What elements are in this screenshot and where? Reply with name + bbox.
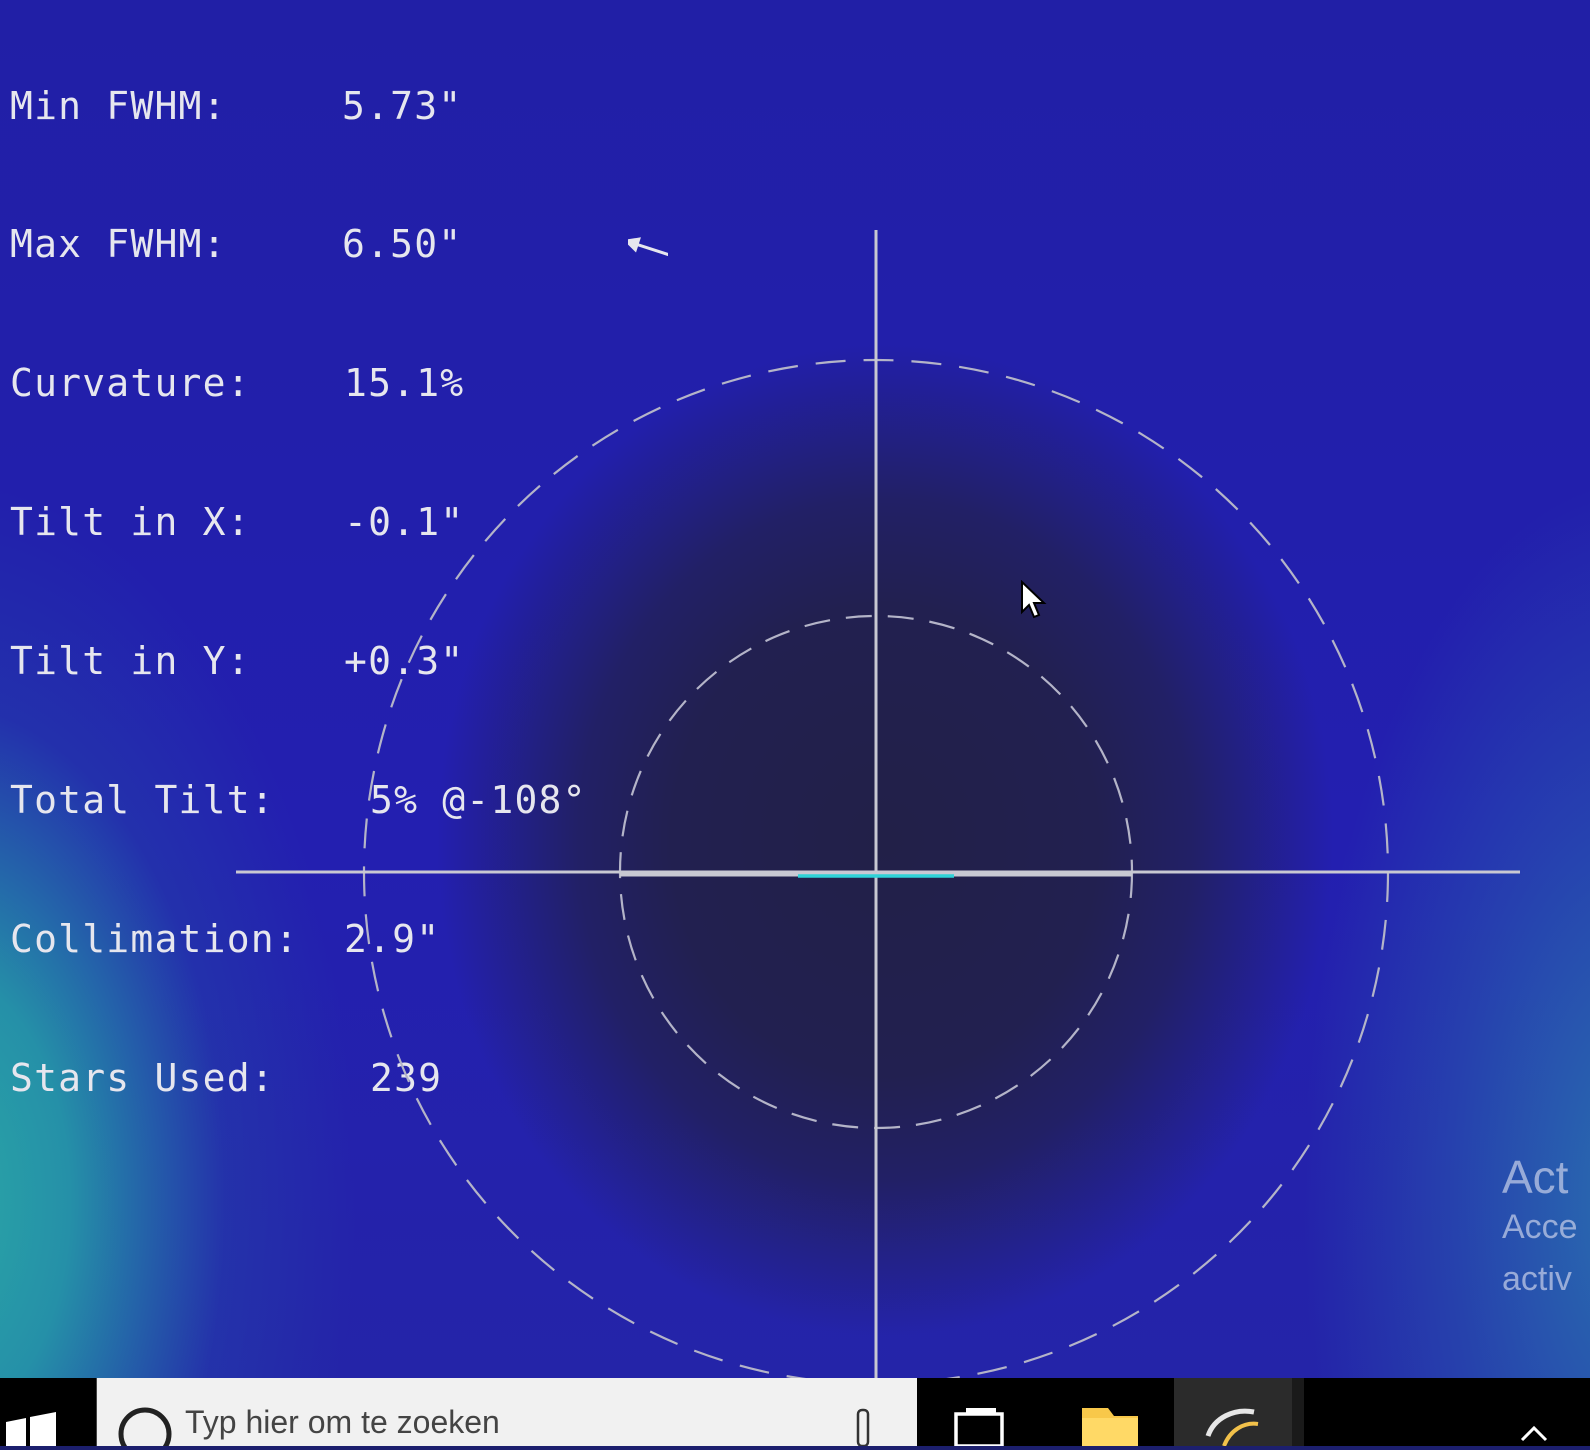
mouse-pointer-icon (1021, 580, 1047, 619)
start-button[interactable] (0, 1378, 96, 1446)
taskbar: Typ hier om te zoeken (0, 1378, 1590, 1448)
activation-title: Act (1502, 1151, 1569, 1203)
task-view-button[interactable] (916, 1378, 1046, 1448)
activation-line-2: activ (1502, 1260, 1572, 1298)
taskbar-search-box[interactable]: Typ hier om te zoeken (96, 1378, 917, 1446)
windows-activation-watermark: Act Acce activ (1502, 1150, 1578, 1312)
search-placeholder: Typ hier om te zoeken (185, 1404, 500, 1440)
system-tray[interactable] (1500, 1378, 1590, 1446)
tilt-plot (236, 230, 1520, 1398)
file-explorer-button[interactable] (1046, 1378, 1174, 1446)
pinned-app-button[interactable] (1174, 1378, 1292, 1447)
file-explorer-icon (1082, 1408, 1138, 1446)
desktop: Min FWHM: 5.73" Max FWHM: 6.50" Curvature:… (0, 0, 1590, 1398)
taskbar-divider (1292, 1378, 1304, 1446)
task-view-icon (954, 1408, 1004, 1448)
activation-line-1: Acce (1502, 1208, 1578, 1246)
microphone-icon[interactable] (849, 1378, 879, 1446)
app-icon (1205, 1408, 1259, 1447)
windows-start-icon (6, 1412, 56, 1446)
tray-chevron-icon[interactable] (1500, 1378, 1590, 1446)
search-icon (118, 1407, 172, 1446)
